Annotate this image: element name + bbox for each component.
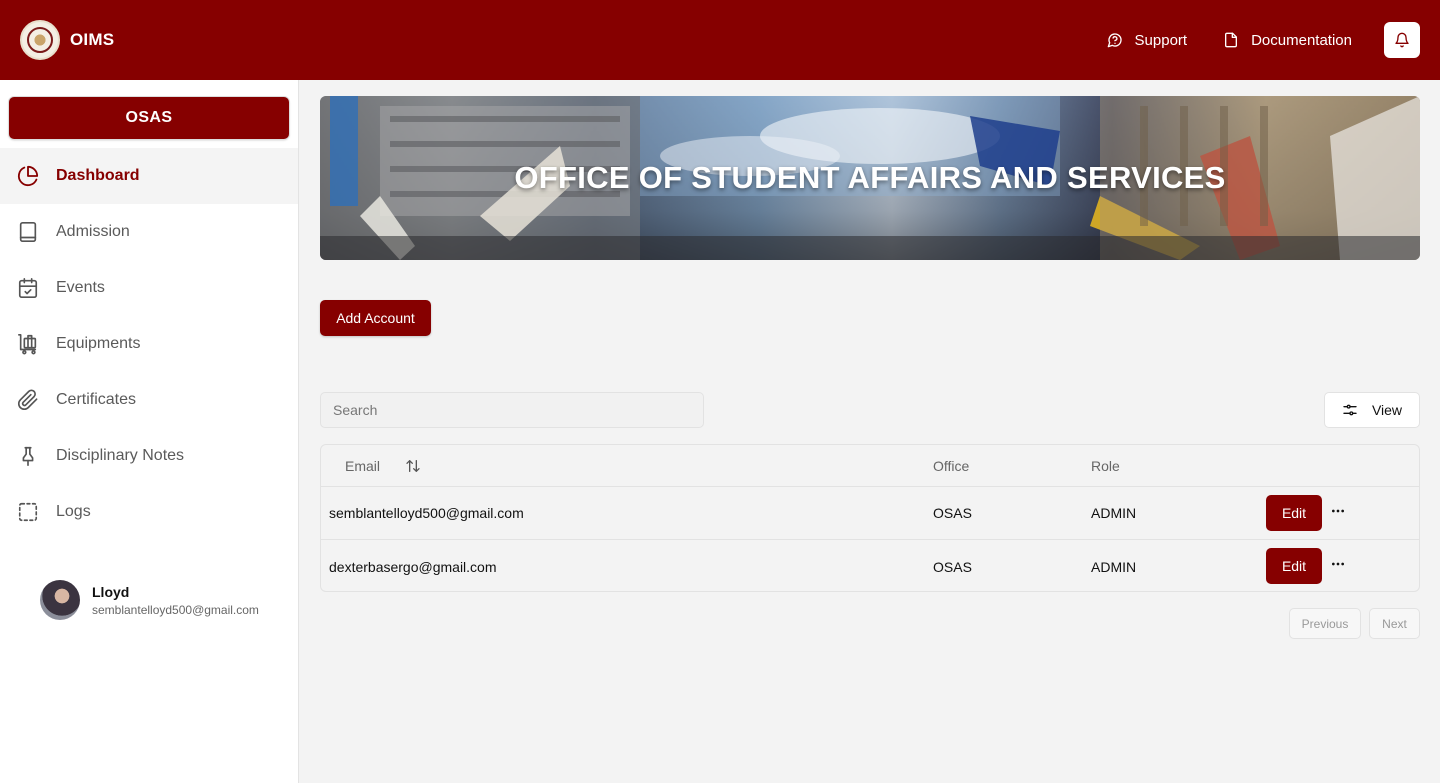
dashed-square-icon — [18, 502, 38, 522]
brand[interactable]: OIMS — [20, 20, 114, 60]
university-seal-logo — [20, 20, 60, 60]
user-email: semblantelloyd500@gmail.com — [92, 602, 259, 617]
sidebar-item-logs[interactable]: Logs — [0, 484, 298, 540]
documentation-link[interactable]: Documentation — [1223, 32, 1352, 49]
sidebar-item-label: Events — [56, 279, 105, 296]
app-name: OIMS — [70, 30, 115, 49]
paperclip-icon — [17, 389, 38, 411]
file-icon — [1225, 32, 1238, 48]
sidebar: OSAS Dashboard Admission Events Equipmen… — [0, 80, 299, 783]
pin-icon — [22, 446, 34, 466]
notifications-button[interactable] — [1384, 22, 1420, 58]
column-header-email[interactable]: Email — [345, 445, 380, 487]
cell-role: ADMIN — [1091, 505, 1137, 521]
table-row: dexterbasergo@gmail.com OSAS ADMIN Edit — [321, 540, 1419, 591]
top-navbar: OIMS Support Documentation — [0, 0, 1440, 80]
luggage-cart-icon — [18, 334, 37, 355]
sidebar-item-label: Disciplinary Notes — [56, 447, 185, 464]
sidebar-item-admission[interactable]: Admission — [0, 204, 298, 260]
add-account-button[interactable]: Add Account — [320, 300, 431, 336]
sliders-horizontal-icon — [1343, 404, 1357, 416]
more-horizontal-icon[interactable] — [1330, 503, 1346, 519]
banner-title: OFFICE OF STUDENT AFFAIRS AND SERVICES — [514, 160, 1226, 195]
edit-button[interactable]: Edit — [1266, 548, 1322, 584]
org-badge[interactable]: OSAS — [9, 97, 289, 139]
sidebar-item-label: Logs — [56, 503, 91, 520]
sort-arrows-icon[interactable] — [405, 458, 421, 474]
sidebar-item-dashboard[interactable]: Dashboard — [0, 148, 298, 204]
pie-chart-icon — [17, 165, 39, 186]
sidebar-item-equipments[interactable]: Equipments — [0, 316, 298, 372]
view-options-button[interactable]: View — [1324, 392, 1420, 428]
office-banner: OFFICE OF STUDENT AFFAIRS AND SERVICES — [320, 96, 1420, 260]
table-header: Email Office Role — [321, 445, 1419, 487]
column-header-office: Office — [933, 458, 970, 474]
next-page-button[interactable]: Next — [1369, 608, 1420, 639]
book-icon — [19, 222, 37, 242]
bell-icon — [1395, 32, 1409, 48]
previous-page-button[interactable]: Previous — [1289, 608, 1361, 639]
sidebar-item-label: Admission — [56, 223, 130, 240]
top-links: Support Documentation — [1107, 22, 1420, 58]
cell-email: dexterbasergo@gmail.com — [329, 558, 497, 575]
view-label: View — [1371, 402, 1403, 418]
cell-office: OSAS — [933, 558, 972, 575]
edit-button[interactable]: Edit — [1266, 495, 1322, 531]
sidebar-item-label: Certificates — [56, 391, 137, 408]
sidebar-item-certificates[interactable]: Certificates — [0, 372, 298, 428]
search-input[interactable] — [320, 392, 704, 428]
message-circle-question-icon — [1107, 33, 1122, 48]
cell-email: semblantelloyd500@gmail.com — [329, 505, 524, 521]
more-horizontal-icon[interactable] — [1330, 556, 1346, 572]
avatar — [40, 580, 80, 620]
user-profile[interactable]: Lloyd semblantelloyd500@gmail.com — [40, 580, 259, 620]
support-link[interactable]: Support — [1107, 31, 1188, 49]
cell-office: OSAS — [933, 505, 972, 521]
sidebar-item-disciplinary-notes[interactable]: Disciplinary Notes — [0, 428, 298, 484]
sidebar-item-label: Dashboard — [56, 167, 140, 184]
user-name: Lloyd — [92, 583, 130, 600]
cell-role: ADMIN — [1091, 558, 1137, 575]
table-row: semblantelloyd500@gmail.com OSAS ADMIN E… — [321, 487, 1419, 540]
documentation-label: Documentation — [1251, 31, 1352, 49]
sidebar-item-events[interactable]: Events — [0, 260, 298, 316]
column-header-role: Role — [1091, 458, 1120, 474]
accounts-table: Email Office Role semblantelloyd500@gmai… — [320, 444, 1420, 592]
sidebar-nav: Dashboard Admission Events Equipments Ce… — [0, 148, 298, 540]
calendar-check-icon — [18, 278, 38, 298]
support-label: Support — [1134, 31, 1188, 49]
sidebar-item-label: Equipments — [56, 335, 141, 352]
